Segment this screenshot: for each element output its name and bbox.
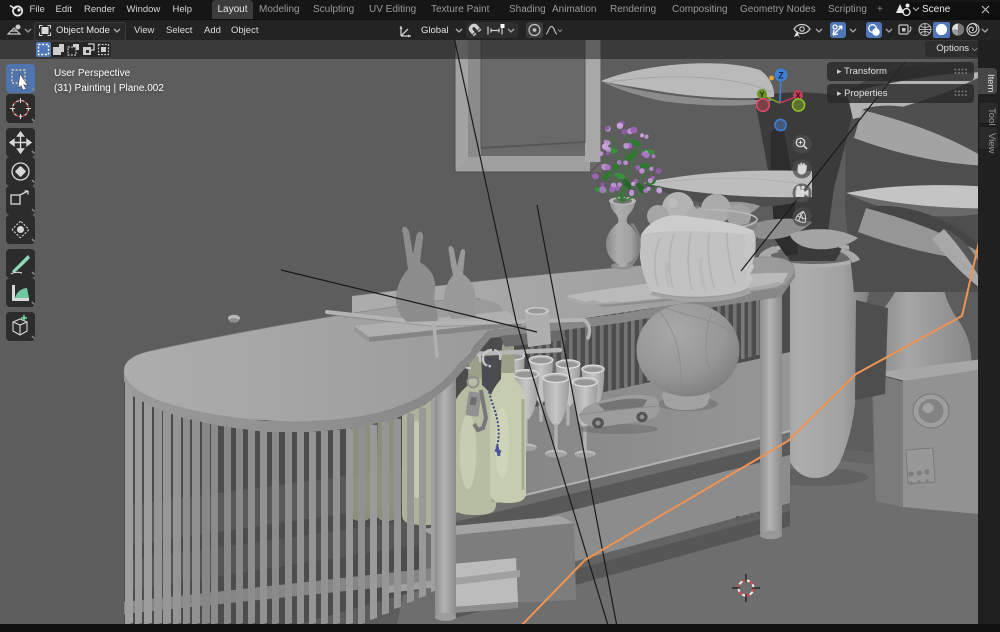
svg-text:Z: Z xyxy=(778,71,784,81)
